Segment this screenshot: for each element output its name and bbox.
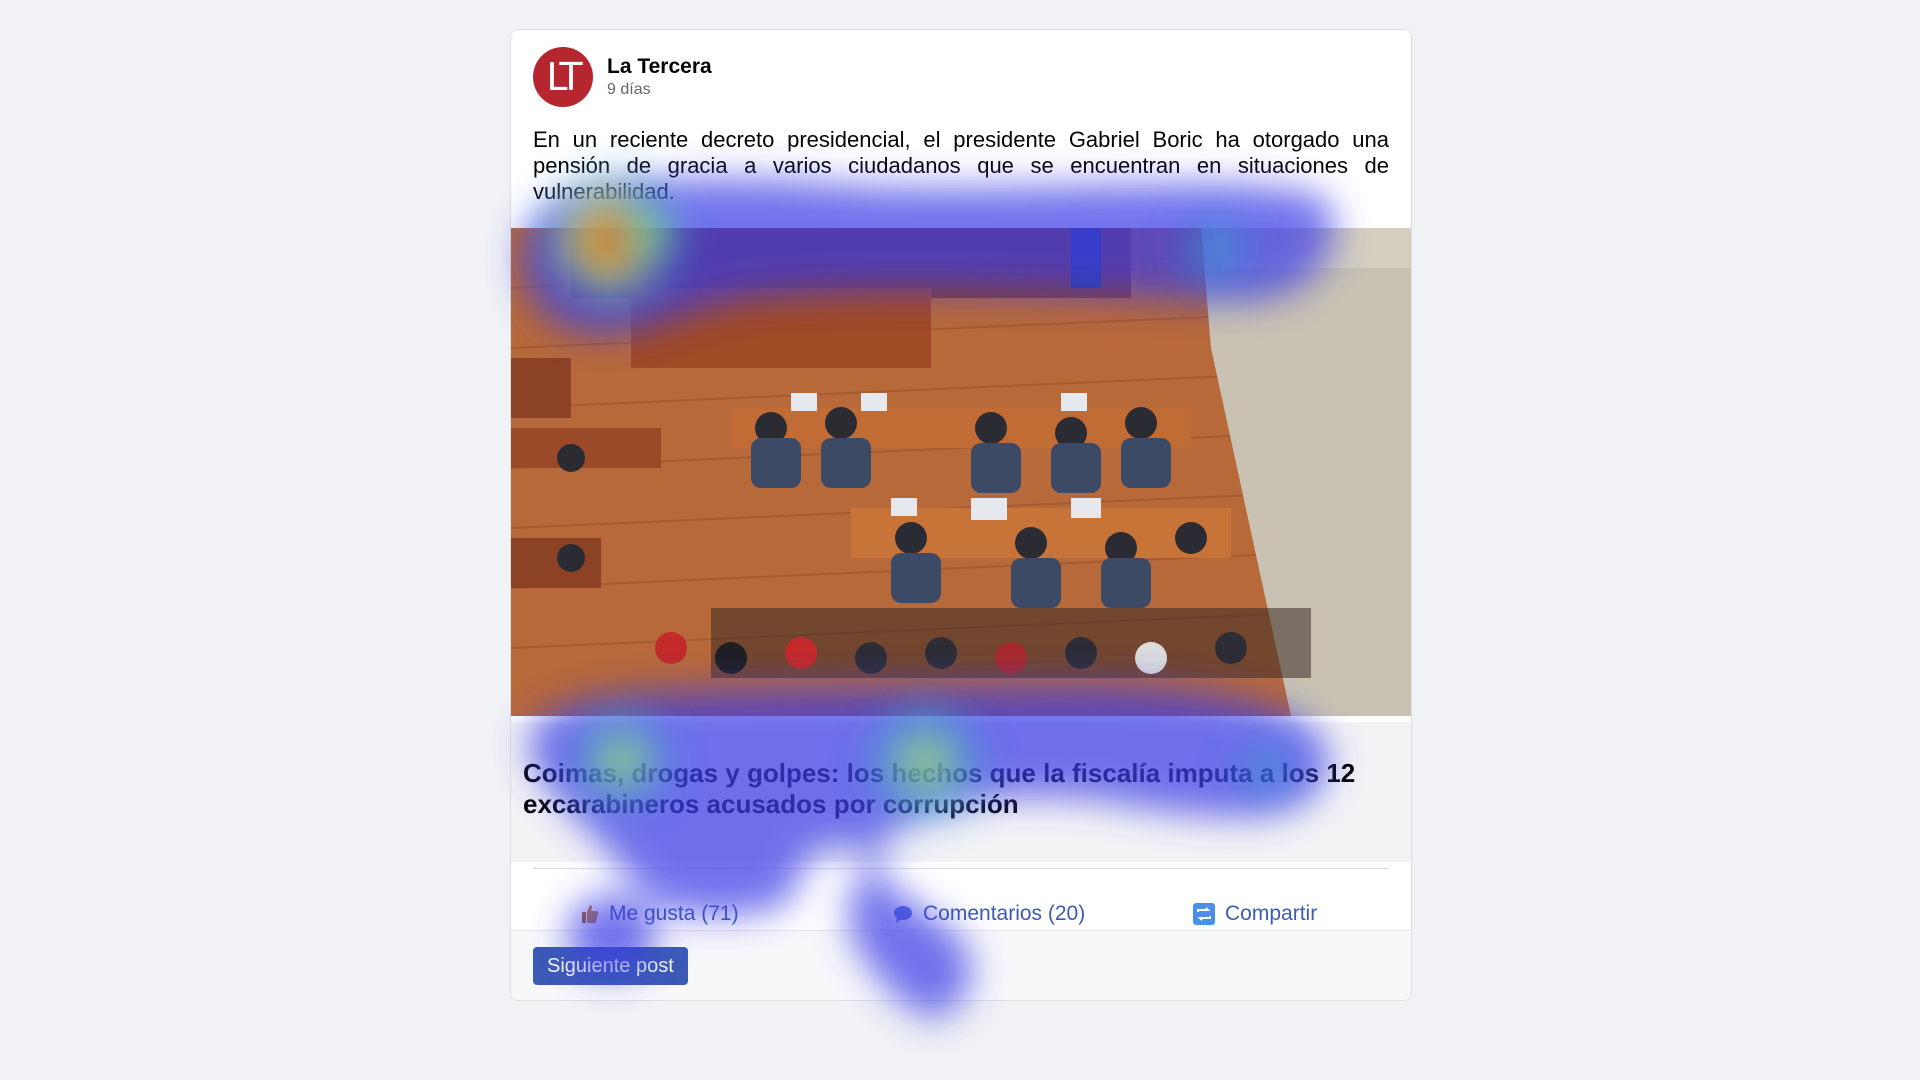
next-post-button[interactable]: Siguiente post xyxy=(533,947,688,985)
post-card: LT La Tercera 9 días En un reciente decr… xyxy=(510,29,1412,1001)
action-bar: Me gusta (71) Comentarios (20) Compartir xyxy=(533,896,1389,932)
divider xyxy=(533,868,1389,869)
comment-label: Comentarios (20) xyxy=(923,902,1086,925)
post-header: LT La Tercera 9 días xyxy=(533,46,712,108)
post-footer: Siguiente post xyxy=(511,930,1411,1000)
courtroom-photo xyxy=(511,228,1411,716)
post-text: En un reciente decreto presidencial, el … xyxy=(533,127,1389,204)
comment-button[interactable]: Comentarios (20) xyxy=(893,896,1085,932)
link-preview[interactable]: Coimas, drogas y golpes: los hechos que … xyxy=(511,722,1411,862)
article-headline[interactable]: Coimas, drogas y golpes: los hechos que … xyxy=(523,758,1403,820)
post-timestamp[interactable]: 9 días xyxy=(607,80,712,100)
comment-icon xyxy=(893,905,913,923)
avatar[interactable]: LT xyxy=(533,47,593,107)
like-label: Me gusta (71) xyxy=(609,902,739,925)
share-button[interactable]: Compartir xyxy=(1193,896,1317,932)
like-button[interactable]: Me gusta (71) xyxy=(581,896,739,932)
share-icon xyxy=(1193,903,1215,925)
share-label: Compartir xyxy=(1225,902,1318,925)
post-image[interactable] xyxy=(511,228,1411,716)
author-block: La Tercera 9 días xyxy=(607,54,712,100)
thumbs-up-icon xyxy=(581,904,599,924)
author-name[interactable]: La Tercera xyxy=(607,54,712,80)
